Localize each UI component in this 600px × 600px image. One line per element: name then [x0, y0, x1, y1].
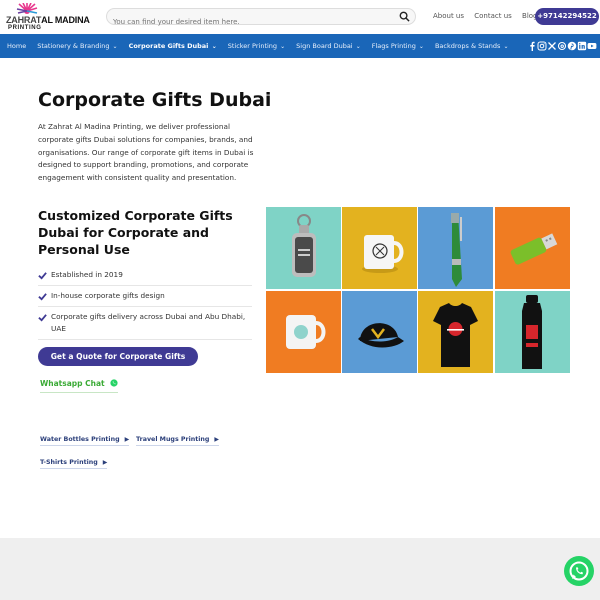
- whatsapp-float-button[interactable]: [564, 556, 594, 586]
- nav-item-stationery[interactable]: Stationery & Branding ⌄: [37, 42, 117, 50]
- pen-icon: [451, 213, 462, 287]
- nav-item-corporate-gifts[interactable]: Corporate Gifts Dubai ⌄: [129, 42, 217, 50]
- page-title: Corporate Gifts Dubai: [38, 89, 272, 111]
- related-link-label: Travel Mugs Printing: [136, 436, 210, 443]
- section-heading: Customized Corporate Gifts Dubai for Cor…: [38, 208, 233, 257]
- arrow-right-icon: ▶: [124, 436, 130, 443]
- related-link-travel-mugs[interactable]: Travel Mugs Printing ▶: [136, 436, 220, 446]
- nav-item-backdrops[interactable]: Backdrops & Stands ⌄: [435, 42, 509, 50]
- nav-items: Home Stationery & Branding ⌄ Corporate G…: [7, 34, 519, 58]
- arrow-right-icon: ▶: [102, 459, 108, 466]
- x-icon[interactable]: [547, 41, 557, 51]
- search-bar: [106, 8, 416, 30]
- logo[interactable]: ZAHRATAL MADINA PRINTING: [6, 3, 94, 31]
- logo-text-1: ZAHRAT: [6, 15, 42, 25]
- product-tile-usb[interactable]: [495, 207, 570, 289]
- whatsapp-chat-label: Whatsapp Chat: [40, 379, 105, 388]
- nav-item-label: Sticker Printing: [227, 42, 278, 50]
- nav-item-label: Home: [7, 42, 27, 50]
- cap-icon: [358, 323, 404, 348]
- pinterest-icon[interactable]: [567, 41, 577, 51]
- chevron-down-icon: ⌄: [355, 43, 361, 50]
- usb-drive-icon: [510, 233, 558, 265]
- whatsapp-icon: [110, 379, 118, 387]
- product-tile-pen[interactable]: [418, 207, 493, 289]
- threads-icon[interactable]: [557, 41, 567, 51]
- nav-item-flags-printing[interactable]: Flags Printing ⌄: [372, 42, 424, 50]
- nav-item-label: Flags Printing: [371, 42, 416, 50]
- nav-item-label: Backdrops & Stands: [434, 42, 501, 50]
- linkedin-icon[interactable]: [577, 41, 587, 51]
- main-nav: Home Stationery & Branding ⌄ Corporate G…: [0, 34, 600, 58]
- feature-text: In-house corporate gifts design: [51, 291, 165, 300]
- white-mug-icon: [286, 315, 326, 349]
- chevron-down-icon: ⌄: [112, 43, 118, 50]
- product-tile-white-mug[interactable]: [266, 291, 341, 373]
- check-icon: [38, 314, 47, 322]
- nav-item-sticker-printing[interactable]: Sticker Printing ⌄: [228, 42, 285, 50]
- related-link-label: Water Bottles Printing: [40, 436, 120, 443]
- phone-button[interactable]: +97142294522: [535, 8, 599, 25]
- search-input[interactable]: [113, 14, 393, 30]
- logo-text-3: PRINTING: [8, 25, 42, 31]
- nav-item-label: Sign Board Dubai: [296, 42, 353, 50]
- about-link[interactable]: About us: [433, 12, 464, 20]
- check-icon: [38, 272, 47, 280]
- feature-text: Corporate gifts delivery across Dubai an…: [51, 312, 246, 333]
- whatsapp-icon: [569, 561, 589, 581]
- nav-item-sign-board[interactable]: Sign Board Dubai ⌄: [296, 42, 361, 50]
- chevron-down-icon: ⌄: [211, 43, 217, 50]
- tshirt-icon: [433, 303, 478, 367]
- related-link-water-bottles[interactable]: Water Bottles Printing ▶: [40, 436, 130, 446]
- product-tile-keychain[interactable]: [266, 207, 341, 289]
- arrow-right-icon: ▶: [214, 436, 220, 443]
- footer-section: [0, 538, 600, 600]
- social-icons: [527, 41, 597, 51]
- feature-list: Established in 2019 In-house corporate g…: [38, 265, 252, 340]
- contact-link[interactable]: Contact us: [474, 12, 512, 20]
- list-item: Established in 2019: [38, 265, 252, 286]
- nav-item-home[interactable]: Home: [7, 42, 26, 50]
- logo-text-2: AL MADINA: [41, 15, 90, 25]
- related-link-label: T-Shirts Printing: [40, 459, 98, 466]
- product-tile-cap[interactable]: [342, 291, 417, 373]
- get-quote-button[interactable]: Get a Quote for Corporate Gifts: [38, 347, 198, 366]
- whatsapp-chat-link[interactable]: Whatsapp Chat: [40, 379, 119, 393]
- feature-text: Established in 2019: [51, 270, 123, 279]
- product-tile-tshirt[interactable]: [418, 291, 493, 373]
- instagram-icon[interactable]: [537, 41, 547, 51]
- water-bottle-icon: [522, 295, 542, 369]
- list-item: In-house corporate gifts design: [38, 286, 252, 307]
- search-icon[interactable]: [399, 11, 410, 22]
- product-tile-mug[interactable]: [342, 207, 417, 289]
- nav-item-label: Corporate Gifts Dubai: [128, 42, 209, 50]
- chevron-down-icon: ⌄: [418, 43, 424, 50]
- product-grid: [266, 207, 570, 373]
- facebook-icon[interactable]: [527, 41, 537, 51]
- list-item: Corporate gifts delivery across Dubai an…: [38, 307, 252, 340]
- check-icon: [38, 293, 47, 301]
- chevron-down-icon: ⌄: [280, 43, 286, 50]
- mug-icon: [362, 235, 404, 273]
- nav-item-label: Stationery & Branding: [37, 42, 110, 50]
- related-link-tshirts[interactable]: T-Shirts Printing ▶: [40, 459, 108, 469]
- keychain-icon: [292, 214, 316, 277]
- top-links: About us Contact us Blog: [433, 12, 546, 20]
- chevron-down-icon: ⌄: [503, 43, 509, 50]
- header: ZAHRATAL MADINA PRINTING About us Contac…: [0, 0, 600, 34]
- youtube-icon[interactable]: [587, 41, 597, 51]
- intro-paragraph: At Zahrat Al Madina Printing, we deliver…: [38, 122, 254, 183]
- product-tile-bottle[interactable]: [495, 291, 570, 373]
